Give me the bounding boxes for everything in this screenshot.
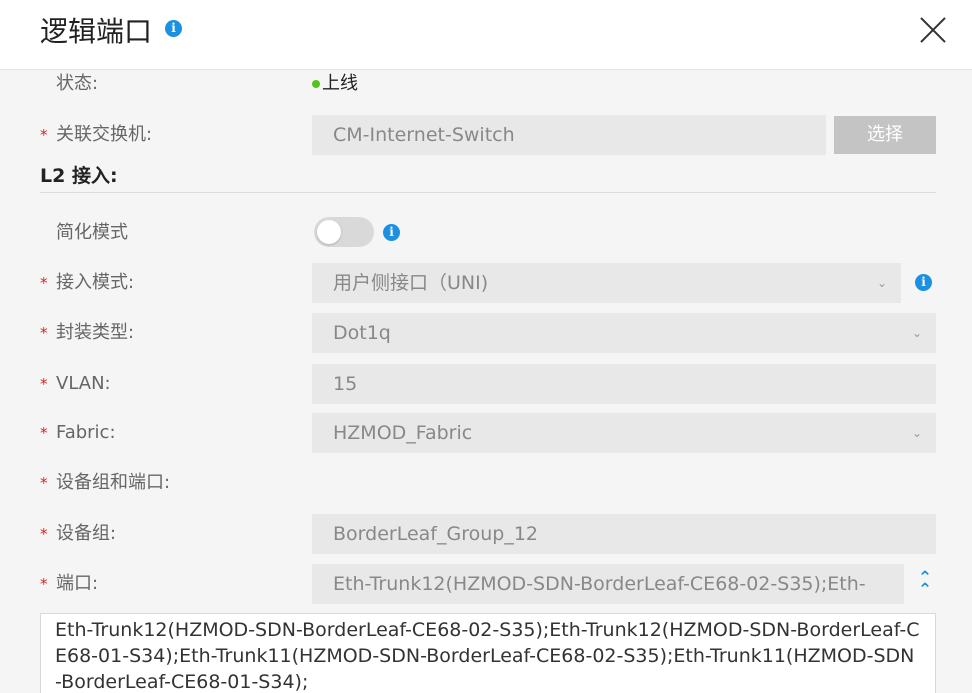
required-mark: *	[40, 324, 48, 342]
switch-row: * 关联交换机: CM-Internet-Switch 选择	[0, 115, 972, 155]
access-mode-label: 接入模式:	[56, 272, 135, 293]
device-group-port-label: 设备组和端口:	[56, 472, 171, 493]
encapsulation-value: Dot1q	[333, 322, 391, 344]
close-icon[interactable]	[918, 15, 948, 45]
encapsulation-select[interactable]: Dot1q ⌄	[312, 313, 936, 353]
switch-label: 关联交换机:	[56, 124, 153, 145]
chevron-double-up-icon[interactable]: ⌃ ⌃	[915, 570, 935, 599]
fabric-row: * Fabric: HZMOD_Fabric ⌄	[0, 413, 972, 453]
fabric-select[interactable]: HZMOD_Fabric ⌄	[312, 413, 936, 453]
encapsulation-label: 封装类型:	[56, 322, 135, 343]
required-mark: *	[40, 274, 48, 292]
simplified-toggle[interactable]	[314, 217, 374, 247]
toggle-knob	[317, 220, 341, 244]
dialog-header: 逻辑端口 i	[0, 0, 972, 70]
status-label: 状态:	[56, 73, 99, 94]
required-mark: *	[40, 575, 48, 593]
port-label: 端口:	[56, 573, 99, 594]
required-mark: *	[40, 375, 48, 393]
simplified-label: 简化模式	[56, 222, 128, 243]
info-icon[interactable]: i	[915, 274, 932, 291]
info-icon[interactable]: i	[383, 224, 400, 241]
port-field[interactable]: Eth-Trunk12(HZMOD-SDN-BorderLeaf-CE68-02…	[312, 564, 904, 604]
divider	[40, 192, 936, 193]
vlan-row: * VLAN: 15	[0, 364, 972, 404]
chevron-down-icon: ⌄	[911, 326, 922, 340]
switch-field[interactable]: CM-Internet-Switch	[312, 115, 826, 155]
required-mark: *	[40, 424, 48, 442]
device-group-row: * 设备组: BorderLeaf_Group_12	[0, 514, 972, 554]
access-mode-value: 用户侧接口（UNI)	[333, 272, 489, 294]
chevron-down-icon: ⌄	[876, 276, 887, 290]
fabric-label: Fabric:	[56, 422, 116, 443]
required-mark: *	[40, 474, 48, 492]
status-dot	[312, 80, 320, 88]
port-row: * 端口: Eth-Trunk12(HZMOD-SDN-BorderLeaf-C…	[0, 564, 972, 604]
device-group-label: 设备组:	[56, 523, 117, 544]
required-mark: *	[40, 525, 48, 543]
fabric-value: HZMOD_Fabric	[333, 422, 473, 444]
status-value: 上线	[322, 73, 358, 94]
vlan-label: VLAN:	[56, 373, 111, 394]
dialog-title: 逻辑端口	[40, 15, 153, 48]
encapsulation-row: * 封装类型: Dot1q ⌄	[0, 313, 972, 353]
section-title: L2 接入:	[40, 165, 118, 187]
simplified-row: 简化模式 i	[0, 213, 972, 253]
info-icon[interactable]: i	[165, 20, 182, 37]
access-mode-row: * 接入模式: 用户侧接口（UNI) ⌄ i	[0, 263, 972, 303]
select-switch-button[interactable]: 选择	[834, 116, 936, 154]
device-group-port-row: * 设备组和端口:	[0, 463, 972, 503]
vlan-field[interactable]: 15	[312, 364, 936, 404]
device-group-field[interactable]: BorderLeaf_Group_12	[312, 514, 936, 554]
port-detail-textarea[interactable]: Eth-Trunk12(HZMOD-SDN-BorderLeaf-CE68-02…	[40, 613, 936, 693]
chevron-down-icon: ⌄	[911, 426, 922, 440]
status-row: 状态: 上线	[0, 64, 972, 104]
access-mode-select[interactable]: 用户侧接口（UNI) ⌄	[312, 263, 901, 303]
required-mark: *	[40, 126, 48, 144]
